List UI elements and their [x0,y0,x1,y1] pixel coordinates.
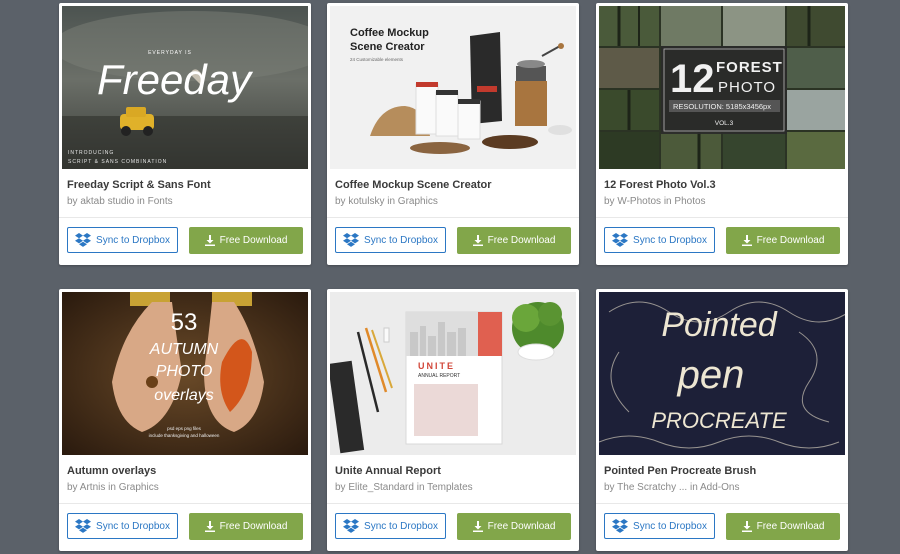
card-title[interactable]: Coffee Mockup Scene Creator [335,179,491,191]
product-card-pointed-pen: Pointed pen PROCREATE Pointed Pen Procre… [596,289,848,551]
thumb-heading-2: Scene Creator [350,41,425,53]
dropbox-icon [612,233,629,247]
card-divider [596,217,848,218]
download-arrow-icon [204,521,215,532]
sync-to-dropbox-button[interactable]: Sync to Dropbox [335,513,446,539]
card-thumbnail[interactable]: EVERYDAY IS Freeday INTRODUCING SCRIPT &… [62,6,308,169]
sync-to-dropbox-button[interactable]: Sync to Dropbox [604,513,715,539]
download-button-label: Free Download [756,235,825,246]
sync-to-dropbox-button[interactable]: Sync to Dropbox [67,513,178,539]
product-card-coffee-mockup: Coffee Mockup Scene Creator 24 Customiza… [327,3,579,265]
download-button-label: Free Download [487,235,556,246]
card-meta: by Artnis in Graphics [67,482,159,493]
sync-to-dropbox-button[interactable]: Sync to Dropbox [335,227,446,253]
card-thumbnail[interactable]: Pointed pen PROCREATE [599,292,845,455]
thumb-line-3: overlays [154,387,214,404]
card-meta-author[interactable]: by The Scratchy ... [604,482,687,493]
card-divider [327,217,579,218]
card-meta-category: in Add-Ons [689,482,740,493]
card-meta: by W-Photos in Photos [604,196,706,207]
thumb-word-1: FOREST [716,59,783,76]
thumb-footnote-1: psd eps png files [167,426,202,431]
card-title[interactable]: Unite Annual Report [335,465,441,477]
free-download-button[interactable]: Free Download [457,227,571,254]
dropbox-icon [343,233,360,247]
thumb-line-3: PROCREATE [651,408,787,433]
thumb-vol: VOL.3 [715,120,734,127]
card-meta: by aktab studio in Fonts [67,196,173,207]
thumb-big-number: 12 [670,57,715,101]
thumb-number: 53 [171,309,198,336]
thumb-line-1: AUTUMN [149,341,219,358]
card-thumbnail[interactable]: 53 AUTUMN PHOTO overlays psd eps png fil… [62,292,308,455]
sync-button-label: Sync to Dropbox [364,520,438,532]
dropbox-icon [612,519,629,533]
card-title[interactable]: Autumn overlays [67,465,156,477]
card-divider [59,217,311,218]
thumb-caption-2: SCRIPT & SANS COMBINATION [68,159,167,165]
card-divider [596,503,848,504]
card-divider [327,503,579,504]
thumb-word-2: PHOTO [718,79,776,96]
card-thumbnail[interactable]: 12 FOREST PHOTO RESOLUTION: 5185x3456px … [599,6,845,169]
download-arrow-icon [204,235,215,246]
product-card-autumn-overlays: 53 AUTUMN PHOTO overlays psd eps png fil… [59,289,311,551]
product-card-freeday: EVERYDAY IS Freeday INTRODUCING SCRIPT &… [59,3,311,265]
free-download-button[interactable]: Free Download [726,227,840,254]
sync-button-label: Sync to Dropbox [364,234,438,246]
free-download-button[interactable]: Free Download [457,513,571,540]
card-meta: by The Scratchy ... in Add-Ons [604,482,739,493]
card-meta: by kotulsky in Graphics [335,196,438,207]
sync-button-label: Sync to Dropbox [96,234,170,246]
thumb-sub: 24 Customizable elements [350,57,404,62]
card-thumbnail[interactable]: Coffee Mockup Scene Creator 24 Customiza… [330,6,576,169]
card-title[interactable]: 12 Forest Photo Vol.3 [604,179,716,191]
thumb-caption-1: INTRODUCING [68,150,114,156]
download-button-label: Free Download [487,521,556,532]
free-download-button[interactable]: Free Download [189,227,303,254]
card-divider [59,503,311,504]
card-meta: by Elite_Standard in Templates [335,482,473,493]
sync-button-label: Sync to Dropbox [96,520,170,532]
card-title[interactable]: Pointed Pen Procreate Brush [604,465,756,477]
thumb-footnote-2: include thanksgiving and halloween [149,433,220,438]
download-button-label: Free Download [756,521,825,532]
download-arrow-icon [741,235,752,246]
thumb-script-word: Freeday [97,56,254,103]
sync-to-dropbox-button[interactable]: Sync to Dropbox [604,227,715,253]
dropbox-icon [343,519,360,533]
thumb-heading-1: Coffee Mockup [350,27,429,39]
download-button-label: Free Download [219,235,288,246]
download-arrow-icon [741,521,752,532]
thumb-resolution: RESOLUTION: 5185x3456px [673,102,771,111]
card-thumbnail[interactable]: UNITE ANNUAL REPORT [330,292,576,455]
thumb-line-2: pen [677,353,745,397]
download-arrow-icon [472,235,483,246]
product-card-unite-annual-report: UNITE ANNUAL REPORT Unite Annual Report … [327,289,579,551]
thumb-line-2: PHOTO [156,363,213,380]
dropbox-icon [75,233,92,247]
dropbox-icon [75,519,92,533]
sync-button-label: Sync to Dropbox [633,234,707,246]
download-button-label: Free Download [219,521,288,532]
thumb-sub: ANNUAL REPORT [418,373,460,379]
thumb-heading: UNITE [418,361,455,371]
free-download-button[interactable]: Free Download [189,513,303,540]
free-download-button[interactable]: Free Download [726,513,840,540]
sync-to-dropbox-button[interactable]: Sync to Dropbox [67,227,178,253]
sync-button-label: Sync to Dropbox [633,520,707,532]
download-arrow-icon [472,521,483,532]
thumb-line-1: Pointed [661,306,777,344]
product-card-forest-photo: 12 FOREST PHOTO RESOLUTION: 5185x3456px … [596,3,848,265]
card-title[interactable]: Freeday Script & Sans Font [67,179,211,191]
